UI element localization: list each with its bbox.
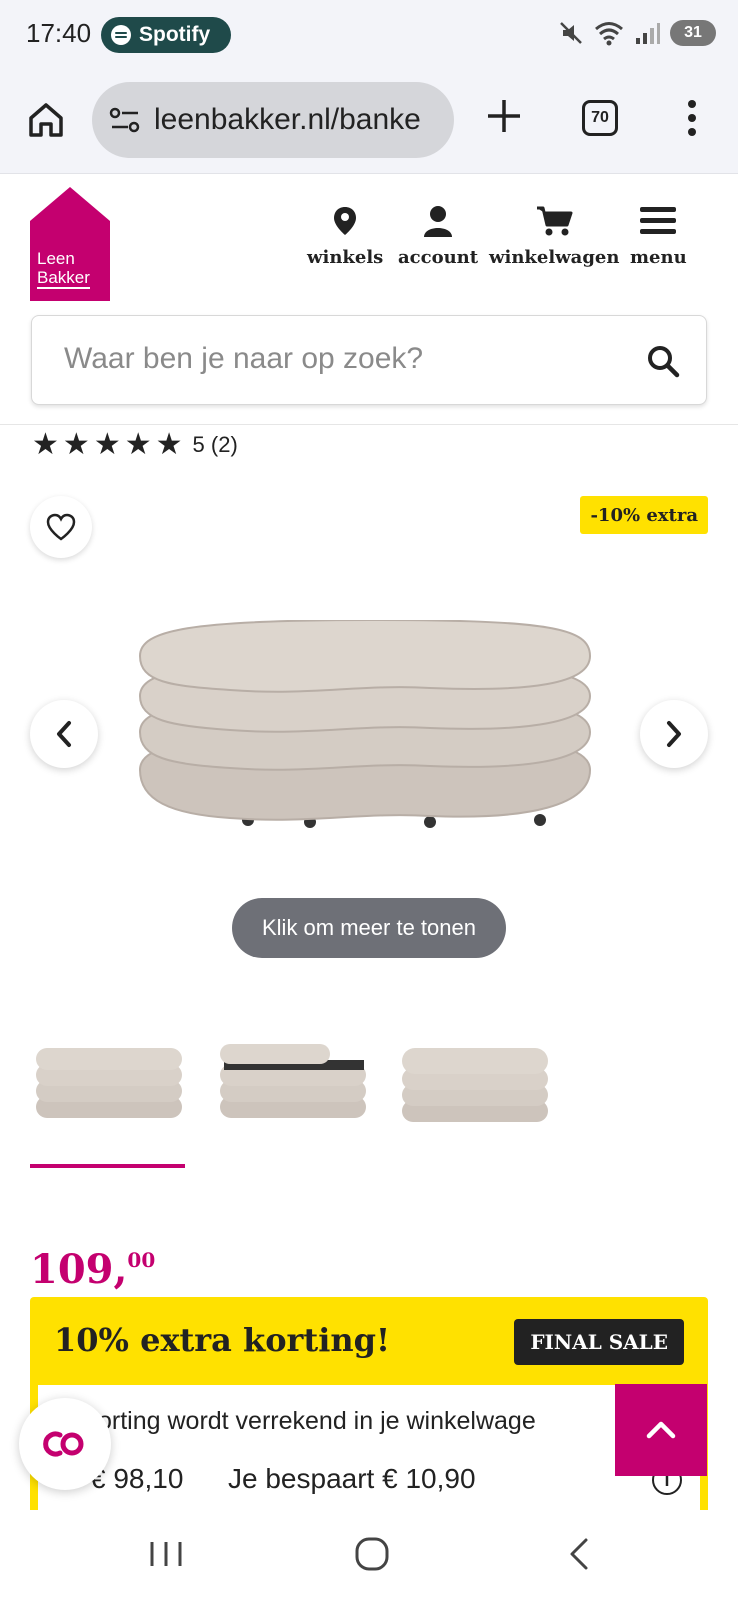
back-icon[interactable] (560, 1536, 600, 1572)
heart-icon (46, 513, 76, 541)
chevron-left-icon (57, 721, 71, 747)
wifi-icon (595, 22, 623, 46)
favorite-button[interactable] (30, 496, 92, 558)
scroll-to-top-button[interactable] (615, 1384, 707, 1476)
nav-winkelwagen[interactable]: winkelwagen (489, 205, 619, 268)
product-price: 109,00 (30, 1246, 155, 1293)
show-more-button[interactable]: Klik om meer te tonen (232, 898, 506, 958)
browser-toolbar: leenbakker.nl/banke 70 (0, 70, 738, 174)
gallery-next-button[interactable] (640, 700, 708, 768)
recent-apps-icon[interactable] (146, 1536, 186, 1572)
gallery-prev-button[interactable] (30, 700, 98, 768)
rating-text: 5 (2) (192, 432, 238, 457)
nav-account[interactable]: account (398, 205, 478, 268)
battery-indicator: 31 (670, 20, 716, 46)
chat-logo-icon (43, 1431, 84, 1457)
status-time: 17:40 (26, 18, 92, 48)
signal-icon (636, 23, 660, 44)
hamburger-icon (640, 207, 677, 234)
site-settings-icon[interactable] (108, 105, 142, 135)
logo-line2: Bakker (37, 268, 90, 289)
promo-title: 10% extra korting! (54, 1321, 391, 1359)
promo-note: orting wordt verrekend in je winkelwage (98, 1407, 536, 1435)
thumbnail-selected-indicator (30, 1164, 185, 1168)
nav-label: menu (630, 247, 687, 268)
site-header: Leen Bakker winkels account winkelwagen … (0, 175, 738, 425)
status-icons: 31 (558, 20, 716, 46)
product-image[interactable] (130, 620, 608, 850)
discount-badge: -10% extra (580, 496, 708, 534)
logo-line1: Leen (37, 249, 75, 268)
search-icon[interactable] (646, 344, 680, 378)
map-pin-icon (334, 207, 357, 235)
home-button-icon[interactable] (352, 1536, 392, 1572)
tab-switcher-button[interactable]: 70 (582, 100, 618, 136)
system-navigation-bar (0, 1510, 738, 1600)
nav-label: account (398, 247, 479, 268)
price-cents: 00 (127, 1248, 156, 1272)
url-text: leenbakker.nl/banke (154, 103, 421, 136)
product-rating[interactable]: ★ ★ ★ ★ ★ 5 (2) (32, 430, 238, 460)
promo-savings: Je bespaart € 10,90 (228, 1463, 476, 1494)
mute-icon (560, 22, 582, 44)
final-sale-badge: FINAL SALE (514, 1319, 684, 1365)
star-icon: ★ (93, 428, 121, 461)
logo-wordmark: Leen Bakker (37, 249, 90, 289)
search-placeholder: Waar ben je naar op zoek? (64, 342, 424, 375)
address-bar[interactable]: leenbakker.nl/banke (92, 82, 454, 158)
gallery-thumbnail[interactable] (30, 1030, 190, 1130)
status-bar: 17:40 Spotify 31 (0, 0, 738, 70)
now-playing-pill[interactable]: Spotify (101, 17, 231, 53)
price-main: 109, (30, 1246, 128, 1293)
star-icon: ★ (124, 428, 152, 461)
search-input[interactable]: Waar ben je naar op zoek? (31, 315, 707, 405)
star-icon: ★ (155, 428, 183, 461)
user-icon (424, 206, 453, 237)
nav-winkels[interactable]: winkels (307, 205, 383, 268)
star-icon: ★ (32, 428, 59, 461)
home-icon[interactable] (26, 100, 66, 140)
promo-banner: 10% extra korting! FINAL SALE orting wor… (30, 1297, 708, 1517)
cart-icon (537, 206, 573, 236)
chevron-right-icon (667, 721, 681, 747)
chat-widget-button[interactable] (19, 1398, 111, 1490)
more-options-icon[interactable] (686, 98, 698, 138)
promo-details: orting wordt verrekend in je winkelwage … (38, 1385, 700, 1517)
gallery-thumbnail[interactable] (396, 1030, 556, 1130)
star-icon: ★ (62, 428, 90, 461)
spotify-icon (111, 25, 131, 45)
nav-label: winkelwagen (489, 247, 620, 268)
nav-menu[interactable]: menu (630, 205, 687, 268)
gallery-thumbnail[interactable] (214, 1030, 374, 1130)
now-playing-label: Spotify (139, 23, 211, 46)
nav-label: winkels (307, 247, 384, 268)
new-tab-icon[interactable] (484, 96, 524, 136)
chevron-up-icon (646, 1421, 676, 1439)
